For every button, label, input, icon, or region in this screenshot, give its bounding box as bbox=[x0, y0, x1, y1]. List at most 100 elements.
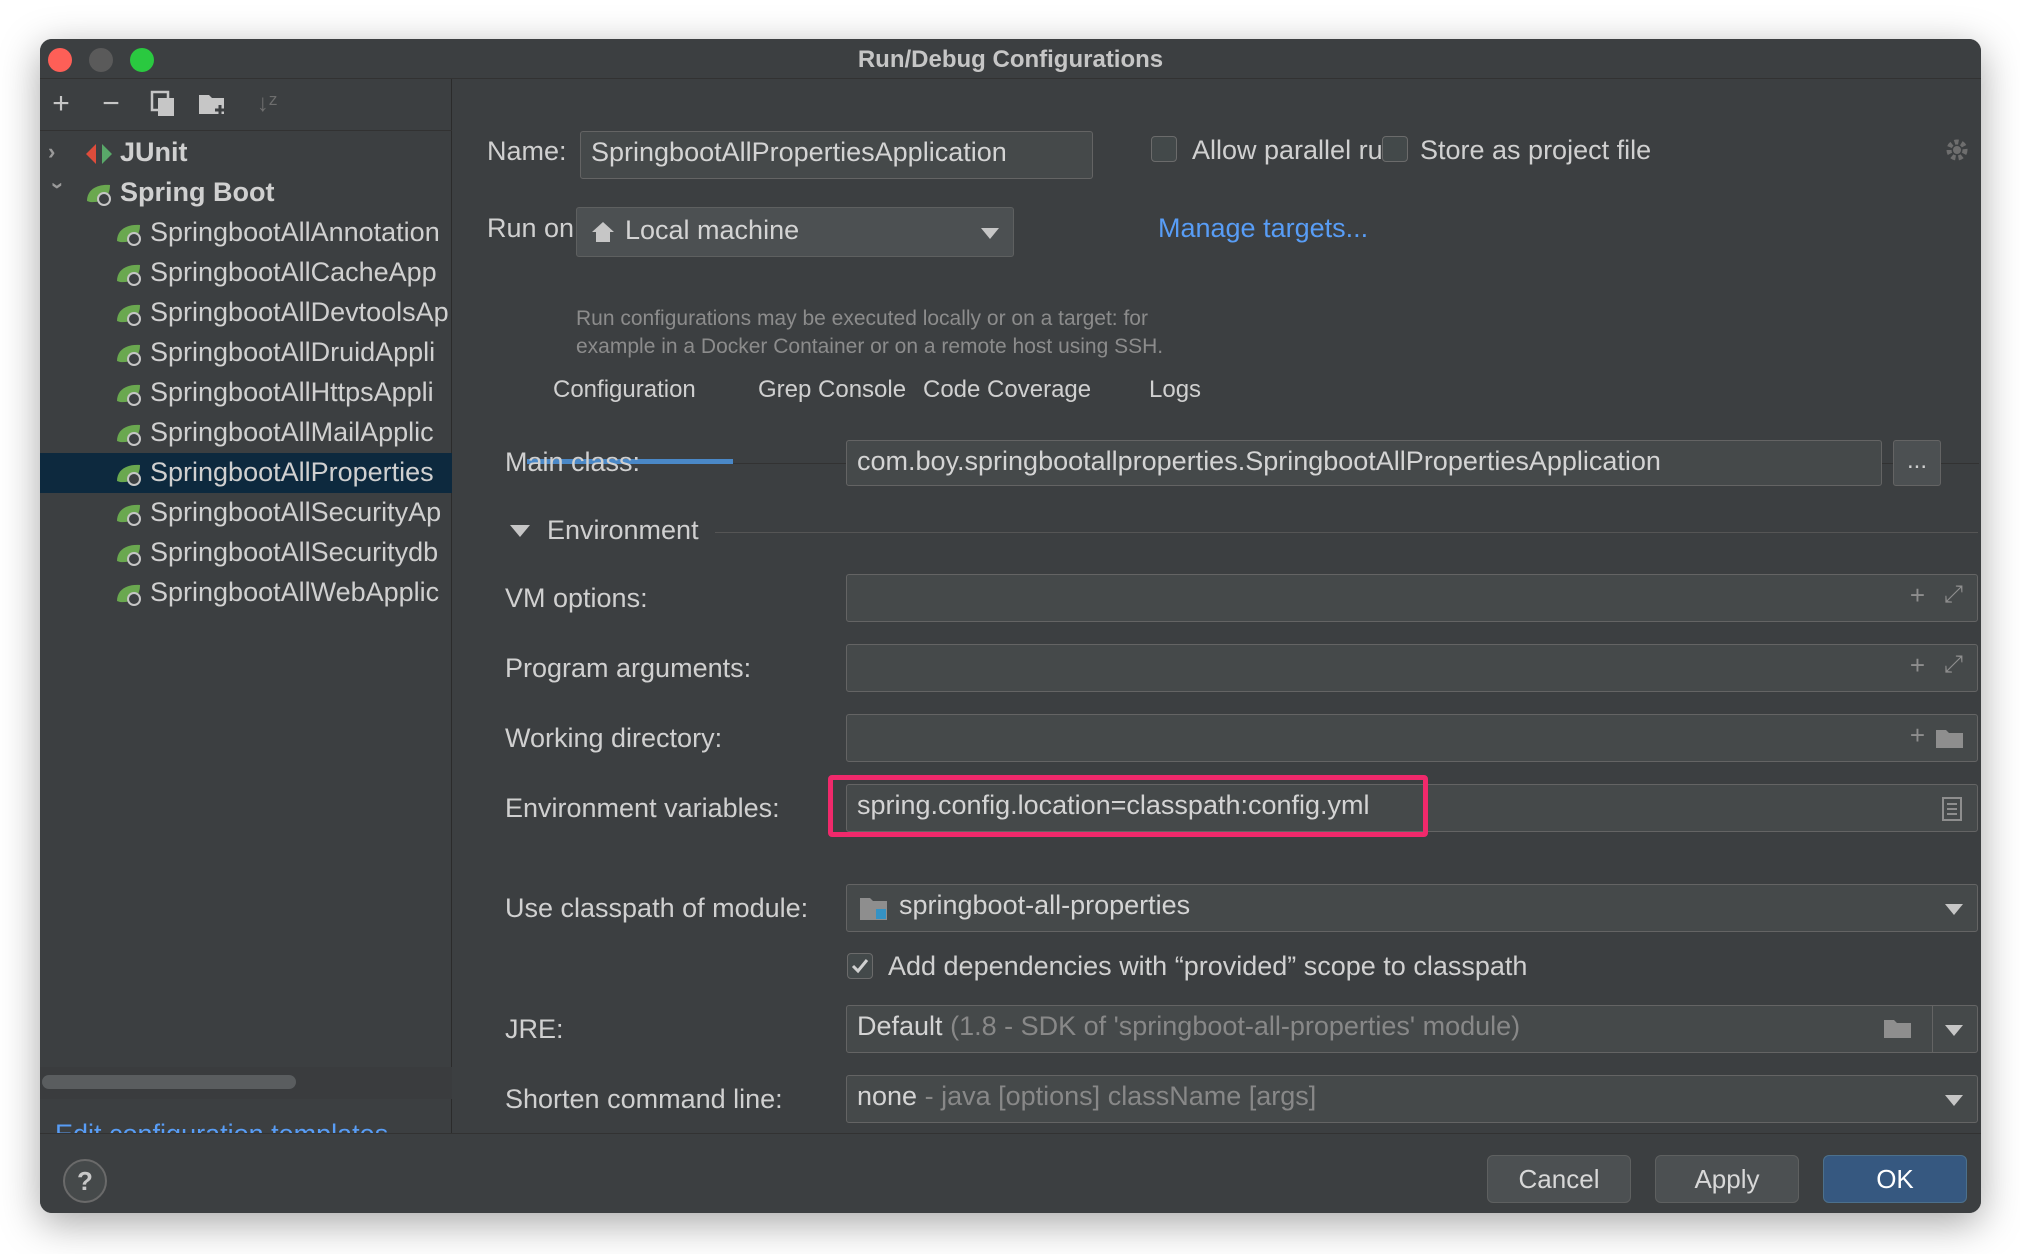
junit-icon bbox=[86, 144, 112, 164]
tree-item-spring-boot-config[interactable]: SpringbootAllSecurityAp bbox=[40, 493, 452, 533]
tree-item-label: SpringbootAllMailApplic bbox=[150, 417, 434, 447]
tree-item-label: SpringbootAllAnnotation bbox=[150, 217, 440, 247]
name-input-value: SpringbootAllPropertiesApplication bbox=[591, 137, 1007, 167]
provided-scope-label: Add dependencies with “provided” scope t… bbox=[888, 951, 1528, 981]
chevron-right-icon: › bbox=[48, 139, 56, 164]
jre-value: Default bbox=[857, 1011, 943, 1041]
tree-group-spring-boot[interactable]: › Spring Boot bbox=[40, 173, 452, 213]
help-button[interactable]: ? bbox=[63, 1159, 107, 1203]
manage-targets-link[interactable]: Manage targets... bbox=[1158, 213, 1368, 244]
ok-button[interactable]: OK bbox=[1823, 1155, 1967, 1203]
tab-grep-console[interactable]: Grep Console bbox=[758, 376, 906, 404]
configurations-sidebar: + − ↓ᶻ › JUnit › Spring Boot SpringbootA… bbox=[40, 79, 452, 1149]
tree-item-spring-boot-config[interactable]: SpringbootAllSecuritydb bbox=[40, 533, 452, 573]
run-on-hint: Run configurations may be executed local… bbox=[576, 305, 1296, 361]
tree-item-label: SpringbootAllSecurityAp bbox=[150, 497, 442, 527]
sidebar-toolbar: + − ↓ᶻ bbox=[40, 79, 452, 131]
tree-item-spring-boot-config[interactable]: SpringbootAllHttpsAppli bbox=[40, 373, 452, 413]
plus-icon[interactable]: + bbox=[1910, 720, 1925, 751]
environment-separator bbox=[715, 532, 1978, 533]
chevron-down-icon bbox=[1945, 1095, 1963, 1106]
chevron-down-icon: › bbox=[46, 182, 71, 190]
spring-boot-icon bbox=[117, 344, 141, 366]
environment-section-title: Environment bbox=[547, 515, 699, 545]
tab-logs[interactable]: Logs bbox=[1149, 376, 1201, 404]
classpath-module-dropdown[interactable]: springboot-all-properties bbox=[846, 884, 1978, 932]
spring-boot-icon bbox=[117, 224, 141, 246]
allow-parallel-label: Allow parallel run bbox=[1192, 135, 1398, 165]
program-arguments-input[interactable]: + ⤢ bbox=[846, 644, 1978, 692]
working-directory-label: Working directory: bbox=[505, 723, 723, 753]
tree-group-junit[interactable]: › JUnit bbox=[40, 133, 452, 173]
name-input[interactable]: SpringbootAllPropertiesApplication bbox=[580, 131, 1093, 179]
new-folder-icon[interactable] bbox=[196, 87, 230, 121]
spring-boot-icon bbox=[117, 264, 141, 286]
cancel-button[interactable]: Cancel bbox=[1487, 1155, 1631, 1203]
expand-icon[interactable]: ⤢ bbox=[1944, 581, 1963, 609]
run-on-dropdown[interactable]: Local machine bbox=[576, 207, 1014, 257]
hint-line: example in a Docker Container or on a re… bbox=[576, 335, 1164, 358]
tree-item-spring-boot-config[interactable]: SpringbootAllWebApplic bbox=[40, 573, 452, 613]
chevron-down-icon bbox=[1945, 904, 1963, 915]
main-class-value: com.boy.springbootallproperties.Springbo… bbox=[857, 446, 1661, 476]
folder-icon[interactable] bbox=[1883, 1018, 1913, 1040]
tree-item-label: SpringbootAllCacheApp bbox=[150, 257, 437, 287]
jre-value-group: Default (1.8 - SDK of 'springboot-all-pr… bbox=[857, 1011, 1520, 1042]
collapse-triangle-icon[interactable] bbox=[510, 525, 530, 539]
browse-label: ... bbox=[1906, 447, 1927, 474]
expand-icon[interactable]: ⤢ bbox=[1944, 651, 1963, 679]
name-label: Name: bbox=[487, 136, 567, 166]
shorten-detail: - java [options] className [args] bbox=[924, 1081, 1317, 1111]
working-directory-input[interactable]: + bbox=[846, 714, 1978, 762]
home-icon bbox=[592, 222, 614, 242]
main-class-browse-button[interactable]: ... bbox=[1893, 440, 1941, 486]
spring-boot-icon bbox=[117, 504, 141, 526]
shorten-value: none bbox=[857, 1081, 918, 1111]
classpath-module-value: springboot-all-properties bbox=[899, 890, 1191, 920]
provided-scope-checkbox[interactable] bbox=[847, 953, 873, 979]
tree-item-spring-boot-config[interactable]: SpringbootAllDevtoolsAp bbox=[40, 293, 452, 333]
jre-dropdown[interactable]: Default (1.8 - SDK of 'springboot-all-pr… bbox=[846, 1005, 1978, 1053]
chevron-down-icon[interactable] bbox=[1945, 1025, 1963, 1037]
run-on-label: Run on: bbox=[487, 213, 582, 243]
sort-icon[interactable]: ↓ᶻ bbox=[250, 87, 284, 121]
environment-variables-label: Environment variables: bbox=[505, 793, 780, 823]
dropdown-divider bbox=[1932, 1006, 1933, 1052]
tree-item-label: SpringbootAllDruidAppli bbox=[150, 337, 436, 367]
vm-options-label: VM options: bbox=[505, 583, 648, 613]
tree-item-spring-boot-config[interactable]: SpringbootAllCacheApp bbox=[40, 253, 452, 293]
copy-icon[interactable] bbox=[146, 87, 180, 121]
plus-icon[interactable]: + bbox=[1910, 650, 1925, 681]
store-project-checkbox[interactable] bbox=[1382, 136, 1408, 162]
spring-boot-icon bbox=[117, 584, 141, 606]
shorten-command-line-label: Shorten command line: bbox=[505, 1084, 783, 1114]
tree-item-spring-boot-config[interactable]: SpringbootAllDruidAppli bbox=[40, 333, 452, 373]
apply-button[interactable]: Apply bbox=[1655, 1155, 1799, 1203]
sidebar-horizontal-scrollbar[interactable] bbox=[42, 1075, 296, 1089]
tree-item-spring-boot-config[interactable]: SpringbootAllMailApplic bbox=[40, 413, 452, 453]
gear-icon[interactable] bbox=[1944, 137, 1970, 163]
minus-icon[interactable]: − bbox=[94, 87, 128, 121]
store-project-label: Store as project file bbox=[1420, 135, 1652, 165]
tree-group-label: Spring Boot bbox=[120, 177, 275, 207]
plus-icon[interactable]: + bbox=[44, 87, 78, 121]
tab-configuration[interactable]: Configuration bbox=[553, 376, 696, 404]
main-class-label: Main class: bbox=[505, 447, 641, 477]
title-bar: Run/Debug Configurations bbox=[40, 39, 1981, 79]
edit-list-icon[interactable] bbox=[1941, 796, 1963, 822]
tree-item-spring-boot-config[interactable]: SpringbootAllAnnotation bbox=[40, 213, 452, 253]
tree-item-label: SpringbootAllDevtoolsAp bbox=[150, 297, 449, 327]
chevron-down-icon bbox=[981, 228, 999, 239]
tree-item-spring-boot-config[interactable]: SpringbootAllProperties bbox=[40, 453, 452, 493]
vm-options-input[interactable]: + ⤢ bbox=[846, 574, 1978, 622]
main-class-input[interactable]: com.boy.springbootallproperties.Springbo… bbox=[846, 440, 1882, 486]
tree-item-label: SpringbootAllWebApplic bbox=[150, 577, 440, 607]
tree-item-label: SpringbootAllSecuritydb bbox=[150, 537, 439, 567]
tab-code-coverage[interactable]: Code Coverage bbox=[923, 376, 1091, 404]
folder-icon[interactable] bbox=[1935, 728, 1965, 750]
tree-group-label: JUnit bbox=[120, 137, 188, 167]
shorten-command-line-dropdown[interactable]: none - java [options] className [args] bbox=[846, 1075, 1978, 1123]
spring-boot-icon bbox=[117, 464, 141, 486]
allow-parallel-checkbox[interactable] bbox=[1151, 136, 1177, 162]
plus-icon[interactable]: + bbox=[1910, 580, 1925, 611]
